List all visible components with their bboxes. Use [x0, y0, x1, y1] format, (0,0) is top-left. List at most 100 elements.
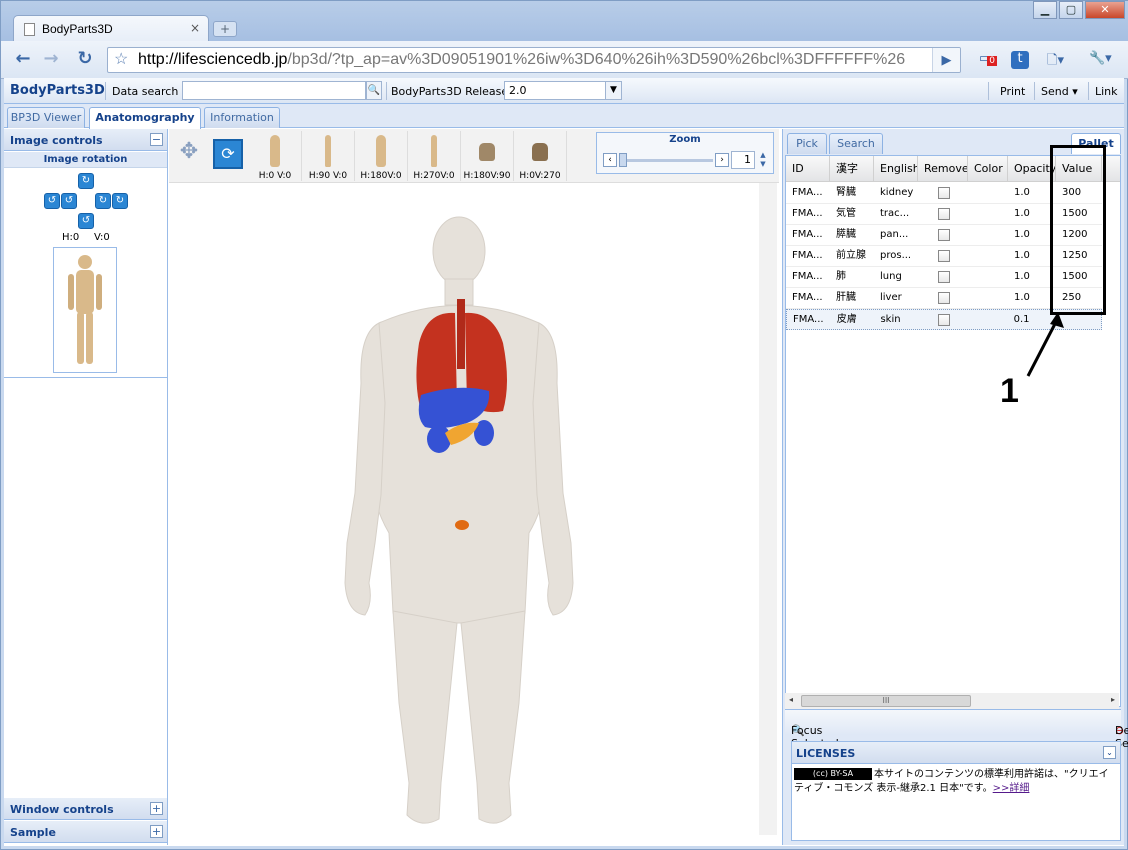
- remove-checkbox[interactable]: [938, 314, 951, 326]
- cell-opacity[interactable]: 1.0: [1008, 267, 1056, 287]
- close-button[interactable]: ✕: [1085, 1, 1125, 19]
- move-icon[interactable]: ✥: [175, 139, 203, 167]
- tab-search[interactable]: Search: [829, 133, 883, 154]
- remove-checkbox[interactable]: [938, 250, 950, 262]
- back-icon[interactable]: ←: [11, 49, 35, 71]
- column-remove[interactable]: Remove: [918, 156, 968, 182]
- preset-top[interactable]: H:180V:90: [461, 131, 514, 181]
- info-extension-icon[interactable]: t: [1011, 51, 1029, 69]
- column-id[interactable]: ID: [786, 156, 830, 182]
- window-controls-header[interactable]: Window controls +: [4, 798, 167, 820]
- go-icon[interactable]: ▶: [932, 48, 960, 72]
- expand-icon[interactable]: +: [150, 802, 163, 815]
- star-icon[interactable]: ☆: [114, 48, 128, 72]
- rotate-right-icon[interactable]: ↻: [95, 193, 111, 209]
- expand-icon[interactable]: +: [150, 825, 163, 838]
- preset-bottom[interactable]: H:0V:270: [514, 131, 567, 181]
- maximize-button[interactable]: ▢: [1059, 1, 1083, 19]
- scroll-thumb[interactable]: III: [801, 695, 971, 707]
- link-link[interactable]: Link: [1095, 85, 1118, 98]
- page-menu-icon[interactable]: 🗋▾: [1047, 51, 1064, 69]
- image-controls-header[interactable]: Image controls −: [4, 129, 167, 151]
- zoom-in-icon[interactable]: ›: [715, 153, 729, 167]
- cell-color[interactable]: [968, 225, 1008, 245]
- data-search-input[interactable]: [182, 81, 366, 100]
- sample-header[interactable]: Sample +: [4, 821, 167, 843]
- cell-english: liver: [880, 292, 902, 303]
- cell-color[interactable]: [968, 246, 1008, 266]
- cell-remove[interactable]: [918, 204, 968, 224]
- preset-side-90[interactable]: H:90 V:0: [302, 131, 355, 181]
- new-tab-button[interactable]: +: [213, 21, 237, 37]
- collapse-icon[interactable]: −: [150, 133, 163, 146]
- cell-color[interactable]: [968, 204, 1008, 224]
- rotate-mode-icon[interactable]: ⟳: [213, 139, 243, 169]
- anatomy-canvas[interactable]: [169, 183, 757, 835]
- cell-opacity[interactable]: 1.0: [1008, 204, 1056, 224]
- reload-icon[interactable]: ↻: [73, 49, 97, 71]
- cell-color[interactable]: [968, 310, 1008, 330]
- cell-remove[interactable]: [918, 225, 968, 245]
- send-menu[interactable]: Send ▾: [1041, 85, 1078, 98]
- image-rotation-header: Image rotation: [4, 152, 167, 168]
- cell-remove[interactable]: [918, 246, 968, 266]
- column-english[interactable]: English: [874, 156, 918, 182]
- tab-close-icon[interactable]: ×: [190, 21, 200, 35]
- extension-icon[interactable]: ▭0: [979, 51, 998, 69]
- address-bar[interactable]: ☆ http://lifesciencedb.jp/bp3d/?tp_ap=av…: [107, 47, 961, 73]
- cell-remove[interactable]: [918, 288, 968, 308]
- rotate-left-icon[interactable]: ↺: [61, 193, 77, 209]
- browser-tab[interactable]: BodyParts3D ×: [13, 15, 209, 42]
- cc-by-sa-badge[interactable]: (cc) BY-SA: [794, 768, 872, 780]
- rotate-right-fast-icon[interactable]: ↻: [112, 193, 128, 209]
- cell-opacity[interactable]: 1.0: [1008, 246, 1056, 266]
- zoom-slider-handle[interactable]: [619, 153, 627, 167]
- grid-hscrollbar[interactable]: ◂ III ▸: [785, 693, 1119, 709]
- tab-anatomography[interactable]: Anatomography: [89, 107, 201, 129]
- licenses-header[interactable]: LICENSES ⌄: [792, 742, 1120, 764]
- cell-color[interactable]: [968, 288, 1008, 308]
- remove-checkbox[interactable]: [938, 187, 950, 199]
- remove-checkbox[interactable]: [938, 292, 950, 304]
- zoom-value-input[interactable]: 1: [731, 151, 755, 169]
- remove-checkbox[interactable]: [938, 208, 950, 220]
- canvas-scrollbar[interactable]: [759, 183, 777, 835]
- column-opacity[interactable]: Opacity: [1008, 156, 1056, 182]
- zoom-spinner-icon[interactable]: ▲ ▼: [757, 151, 769, 169]
- rotate-down-icon[interactable]: ↺: [78, 213, 94, 229]
- print-link[interactable]: Print: [1000, 85, 1025, 98]
- license-details-link[interactable]: >>詳細: [993, 783, 1030, 794]
- preset-front[interactable]: H:0 V:0: [249, 131, 302, 181]
- zoom-slider-track[interactable]: [619, 159, 713, 162]
- cell-kanji: 肝臓: [836, 292, 856, 303]
- preset-side-270[interactable]: H:270V:0: [408, 131, 461, 181]
- cell-color[interactable]: [968, 267, 1008, 287]
- zoom-out-icon[interactable]: ‹: [603, 153, 617, 167]
- minimize-button[interactable]: ▁: [1033, 1, 1057, 19]
- column-kanji[interactable]: 漢字: [830, 156, 874, 182]
- cell-opacity[interactable]: 1.0: [1008, 288, 1056, 308]
- cell-remove[interactable]: [918, 267, 968, 287]
- rotate-left-fast-icon[interactable]: ↺: [44, 193, 60, 209]
- tab-pick[interactable]: Pick: [787, 133, 827, 154]
- rotate-up-icon[interactable]: ↻: [78, 173, 94, 189]
- cell-remove[interactable]: [918, 183, 968, 203]
- scroll-left-icon[interactable]: ◂: [789, 695, 793, 704]
- scroll-right-icon[interactable]: ▸: [1111, 695, 1115, 704]
- preset-back[interactable]: H:180V:0: [355, 131, 408, 181]
- cell-opacity[interactable]: 1.0: [1008, 183, 1056, 203]
- collapse-icon[interactable]: ⌄: [1103, 746, 1116, 759]
- cell-id: FMA...: [792, 271, 823, 282]
- cell-remove[interactable]: [918, 310, 968, 330]
- tab-information[interactable]: Information: [204, 107, 280, 128]
- remove-checkbox[interactable]: [938, 271, 950, 283]
- release-select[interactable]: 2.0 ▼: [504, 81, 622, 100]
- forward-icon[interactable]: →: [39, 49, 63, 71]
- tab-bp3d-viewer[interactable]: BP3D Viewer: [7, 107, 85, 128]
- cell-opacity[interactable]: 1.0: [1008, 225, 1056, 245]
- column-color[interactable]: Color: [968, 156, 1008, 182]
- search-icon[interactable]: 🔍: [366, 81, 382, 100]
- remove-checkbox[interactable]: [938, 229, 950, 241]
- wrench-menu-icon[interactable]: 🔧▾: [1089, 51, 1112, 69]
- cell-color[interactable]: [968, 183, 1008, 203]
